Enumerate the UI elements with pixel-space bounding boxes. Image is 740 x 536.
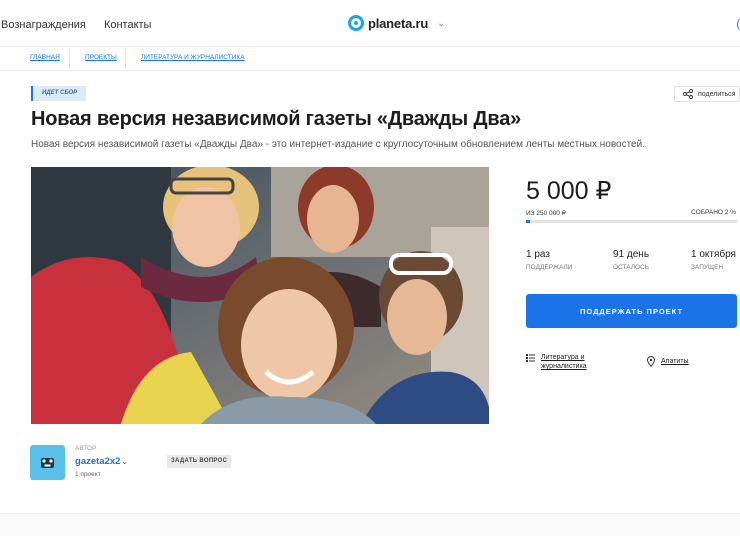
stat-value: 1 октября: [691, 249, 736, 260]
nav-links: Вознаграждения Контакты: [1, 19, 166, 31]
breadcrumb-divider: [69, 48, 70, 68]
breadcrumb-projects[interactable]: ПРОЕКТЫ: [85, 46, 117, 70]
top-navbar: Вознаграждения Контакты planeta.ru ⌄ (: [0, 0, 740, 47]
share-button[interactable]: поделиться: [674, 86, 740, 102]
stat-launched: 1 октября ЗАПУЩЕН: [691, 249, 736, 271]
site-logo[interactable]: planeta.ru ⌄: [348, 15, 446, 31]
location-link[interactable]: Апатиты: [647, 356, 689, 367]
stat-label: ОСТАЛОСЬ: [613, 264, 650, 271]
progress-fill: [526, 220, 531, 223]
amount-raised: 5 000 ₽: [526, 177, 612, 205]
author-avatar[interactable]: [30, 445, 65, 480]
author-label: АВТОР: [75, 445, 97, 452]
stat-label: ПОДДЕРЖАЛИ: [526, 264, 573, 271]
list-icon: [526, 354, 535, 362]
map-pin-icon: [647, 356, 655, 367]
stat-backers: 1 раз ПОДДЕРЖАЛИ: [526, 249, 572, 271]
project-photo[interactable]: [31, 167, 489, 424]
stat-value: 1 раз: [526, 249, 550, 260]
author-project-count: 1 проект: [75, 471, 101, 478]
ask-question-button[interactable]: ЗАДАТЬ ВОПРОС: [167, 455, 232, 468]
funding-goal: ИЗ 250 000 ₽: [526, 210, 566, 217]
share-icon: [683, 89, 693, 99]
logo-icon: [348, 15, 364, 31]
nav-link-contacts[interactable]: Контакты: [104, 19, 152, 31]
nav-link-rewards[interactable]: Вознаграждения: [1, 19, 86, 31]
chevron-down-icon[interactable]: ⌄: [121, 456, 129, 467]
project-description: Новая версия независимой газеты «Дважды …: [31, 139, 645, 150]
support-project-button[interactable]: ПОДДЕРЖАТЬ ПРОЕКТ: [526, 294, 737, 328]
breadcrumb-category[interactable]: ЛИТЕРАТУРА И ЖУРНАЛИСТИКА: [141, 46, 245, 70]
group-photo-image: [31, 167, 489, 424]
category-label: Литература и журналистика: [541, 354, 587, 370]
footer-strip: [0, 513, 740, 536]
logo-text: planeta.ru: [368, 15, 429, 31]
stat-label: ЗАПУЩЕН: [691, 264, 724, 271]
location-label: Апатиты: [661, 358, 689, 365]
stat-days-left: 91 день ОСТАЛОСЬ: [613, 249, 649, 271]
category-link[interactable]: Литература и журналистика: [526, 353, 611, 371]
share-label: поделиться: [698, 90, 736, 98]
status-badge: ИДЕТ СБОР: [31, 86, 87, 101]
author-name[interactable]: gazeta2x2: [75, 456, 120, 467]
stat-value: 91 день: [613, 249, 650, 260]
avatar-face-icon: [41, 458, 54, 468]
collected-percent: СОБРАНО 2 %: [691, 209, 736, 216]
breadcrumb-divider: [125, 48, 126, 68]
project-title: Новая версия независимой газеты «Дважды …: [31, 108, 522, 130]
nav-edge-fragment: (: [736, 18, 740, 30]
chevron-down-icon[interactable]: ⌄: [437, 18, 445, 29]
breadcrumb-home[interactable]: ГЛАВНАЯ: [30, 46, 60, 70]
progress-bar: [526, 220, 737, 223]
breadcrumb: ГЛАВНАЯ ПРОЕКТЫ ЛИТЕРАТУРА И ЖУРНАЛИСТИК…: [0, 46, 740, 71]
